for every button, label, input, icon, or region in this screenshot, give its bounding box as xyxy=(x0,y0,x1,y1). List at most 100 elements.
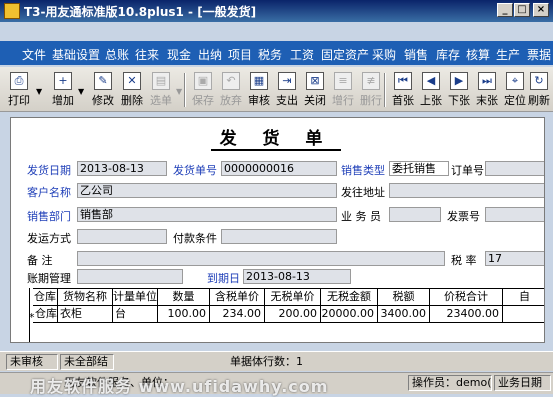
ship-method-field[interactable] xyxy=(77,229,167,244)
menu-fixed-assets[interactable]: 固定资产 xyxy=(321,46,369,63)
print-button[interactable]: ⎙ 打印 xyxy=(4,70,34,110)
delete-row-icon: ≢ xyxy=(362,72,380,90)
menu-basic-settings[interactable]: 基础设置 xyxy=(52,46,100,63)
menu-receivables[interactable]: 往来 xyxy=(135,46,159,63)
expense-icon: ⇥ xyxy=(278,72,296,90)
delete-row-button[interactable]: ≢ 删行 xyxy=(356,70,386,110)
select-dropdown-icon[interactable]: ▼ xyxy=(176,87,182,96)
edit-icon: ✎ xyxy=(94,72,112,90)
select-doc-icon: ▤ xyxy=(152,72,170,90)
grid-cell-tax-amount[interactable]: 3400.00 xyxy=(378,306,430,323)
grid-cell-extra[interactable] xyxy=(503,306,544,323)
maximize-button[interactable]: □ xyxy=(514,3,530,17)
refresh-icon: ↻ xyxy=(530,72,548,90)
grid-header[interactable]: 价税合计 xyxy=(430,289,503,306)
grid-cell-total[interactable]: 23400.00 xyxy=(430,306,503,323)
menu-cash[interactable]: 现金 xyxy=(167,46,191,63)
grid-header[interactable]: 自 xyxy=(503,289,544,306)
salesperson-field[interactable] xyxy=(389,207,441,222)
add-dropdown-icon[interactable]: ▼ xyxy=(78,87,84,96)
grid-header[interactable]: 税额 xyxy=(378,289,430,306)
sales-dept-field[interactable]: 销售部 xyxy=(77,207,337,222)
grid-cell-net-price[interactable]: 200.00 xyxy=(265,306,321,323)
menu-purchase[interactable]: 采购 xyxy=(372,46,396,63)
grid-header[interactable]: 无税单价 xyxy=(265,289,321,306)
date-label: 发货日期 xyxy=(27,164,71,177)
aging-field[interactable] xyxy=(77,269,183,284)
grid-cell-warehouse[interactable]: 仓库2 xyxy=(33,306,58,323)
status-bar: 未审核 未全部结 单据体行数：1 xyxy=(0,351,553,371)
grid-header[interactable]: 计量单位 xyxy=(113,289,158,306)
grid-cell-item-name[interactable]: 衣柜 xyxy=(58,306,113,323)
menu-file[interactable]: 文件 xyxy=(22,46,46,63)
prev-button[interactable]: ◀ 上张 xyxy=(416,70,446,110)
grid-header[interactable]: 含税单价 xyxy=(210,289,265,306)
menu-production[interactable]: 生产 xyxy=(496,46,520,63)
grid-cell-unit[interactable]: 台 xyxy=(113,306,158,323)
locate-icon: ⌖ xyxy=(506,72,524,90)
menu-accounting[interactable]: 核算 xyxy=(466,46,490,63)
toolbar: ⎙ 打印 ▼ + 增加 ▼ ✎ 修改 ✕ 删除 ▤ 选单 ▼ ▣ 保存 ↶ 放弃 ▦ 审核 ⇥ 支… xyxy=(0,67,553,112)
tax-rate-field[interactable]: 17 xyxy=(485,251,544,266)
menu-tax[interactable]: 税务 xyxy=(258,46,282,63)
sales-dept-label: 销售部门 xyxy=(27,210,71,223)
add-button[interactable]: + 增加 xyxy=(48,70,78,110)
customer-field[interactable]: 乙公司 xyxy=(77,183,337,198)
grid-cell-quantity[interactable]: 100.00 xyxy=(158,306,210,323)
remark-field[interactable] xyxy=(77,251,445,266)
close-doc-button[interactable]: ⊠ 关闭 xyxy=(300,70,330,110)
refresh-button[interactable]: ↻ 刷新 xyxy=(525,70,553,110)
audit-status: 未审核 xyxy=(6,354,58,370)
doc-no-label: 发货单号 xyxy=(173,164,217,177)
due-date-field[interactable]: 2013-08-13 xyxy=(243,269,351,284)
menu-project[interactable]: 项目 xyxy=(228,46,252,63)
row-count: 单据体行数：1 xyxy=(230,355,303,368)
menu-sales[interactable]: 销售 xyxy=(404,46,428,63)
select-doc-button[interactable]: ▤ 选单 xyxy=(146,70,176,110)
print-dropdown-icon[interactable]: ▼ xyxy=(36,87,42,96)
menu-bills[interactable]: 票据 xyxy=(527,46,551,63)
payment-terms-field[interactable] xyxy=(221,229,337,244)
aging-label: 账期管理 xyxy=(27,272,71,285)
discard-button[interactable]: ↶ 放弃 xyxy=(216,70,246,110)
invoice-no-field[interactable] xyxy=(485,207,544,222)
grid-header[interactable]: 数量 xyxy=(158,289,210,306)
grid-cell-tax-incl-price[interactable]: 234.00 xyxy=(210,306,265,323)
watermark: 用友软件服务 www.ufidawhy.com xyxy=(30,377,329,396)
menu-inventory[interactable]: 库存 xyxy=(436,46,460,63)
last-button[interactable]: ⏭ 末张 xyxy=(472,70,502,110)
grid-empty-area[interactable] xyxy=(33,323,544,342)
ship-address-field[interactable] xyxy=(389,183,544,198)
sales-type-label: 销售类型 xyxy=(341,164,385,177)
printer-icon: ⎙ xyxy=(10,72,28,90)
customer-label: 客户名称 xyxy=(27,186,71,199)
audit-button[interactable]: ▦ 审核 xyxy=(244,70,274,110)
sales-type-field[interactable]: 委托销售 xyxy=(389,161,449,176)
close-window-button[interactable]: × xyxy=(533,3,549,17)
date-field[interactable]: 2013-08-13 xyxy=(77,161,167,176)
first-icon: ⏮ xyxy=(394,72,412,90)
order-no-field[interactable] xyxy=(485,161,544,176)
save-button[interactable]: ▣ 保存 xyxy=(188,70,218,110)
remark-label: 备 注 xyxy=(27,254,53,267)
next-icon: ▶ xyxy=(450,72,468,90)
add-row-button[interactable]: ≡ 增行 xyxy=(328,70,358,110)
next-button[interactable]: ▶ 下张 xyxy=(444,70,474,110)
grid-header[interactable]: 货物名称 xyxy=(58,289,113,306)
payment-terms-label: 付款条件 xyxy=(173,232,217,245)
grid-header[interactable]: 无税金额 xyxy=(321,289,378,306)
toolbar-separator xyxy=(184,73,186,107)
doc-no-field[interactable]: 0000000016 xyxy=(221,161,337,176)
delete-button[interactable]: ✕ 删除 xyxy=(117,70,147,110)
grid-header[interactable]: 仓库 xyxy=(33,289,58,306)
first-button[interactable]: ⏮ 首张 xyxy=(388,70,418,110)
menu-ledger[interactable]: 总账 xyxy=(105,46,129,63)
grid-cell-net-amount[interactable]: 20000.00 xyxy=(321,306,378,323)
expense-button[interactable]: ⇥ 支出 xyxy=(272,70,302,110)
menu-cashier[interactable]: 出纳 xyxy=(198,46,222,63)
business-date: 业务日期 xyxy=(494,375,551,391)
menu-payroll[interactable]: 工资 xyxy=(290,46,314,63)
minimize-button[interactable]: _ xyxy=(497,3,513,17)
edit-button[interactable]: ✎ 修改 xyxy=(88,70,118,110)
audit-icon: ▦ xyxy=(250,72,268,90)
